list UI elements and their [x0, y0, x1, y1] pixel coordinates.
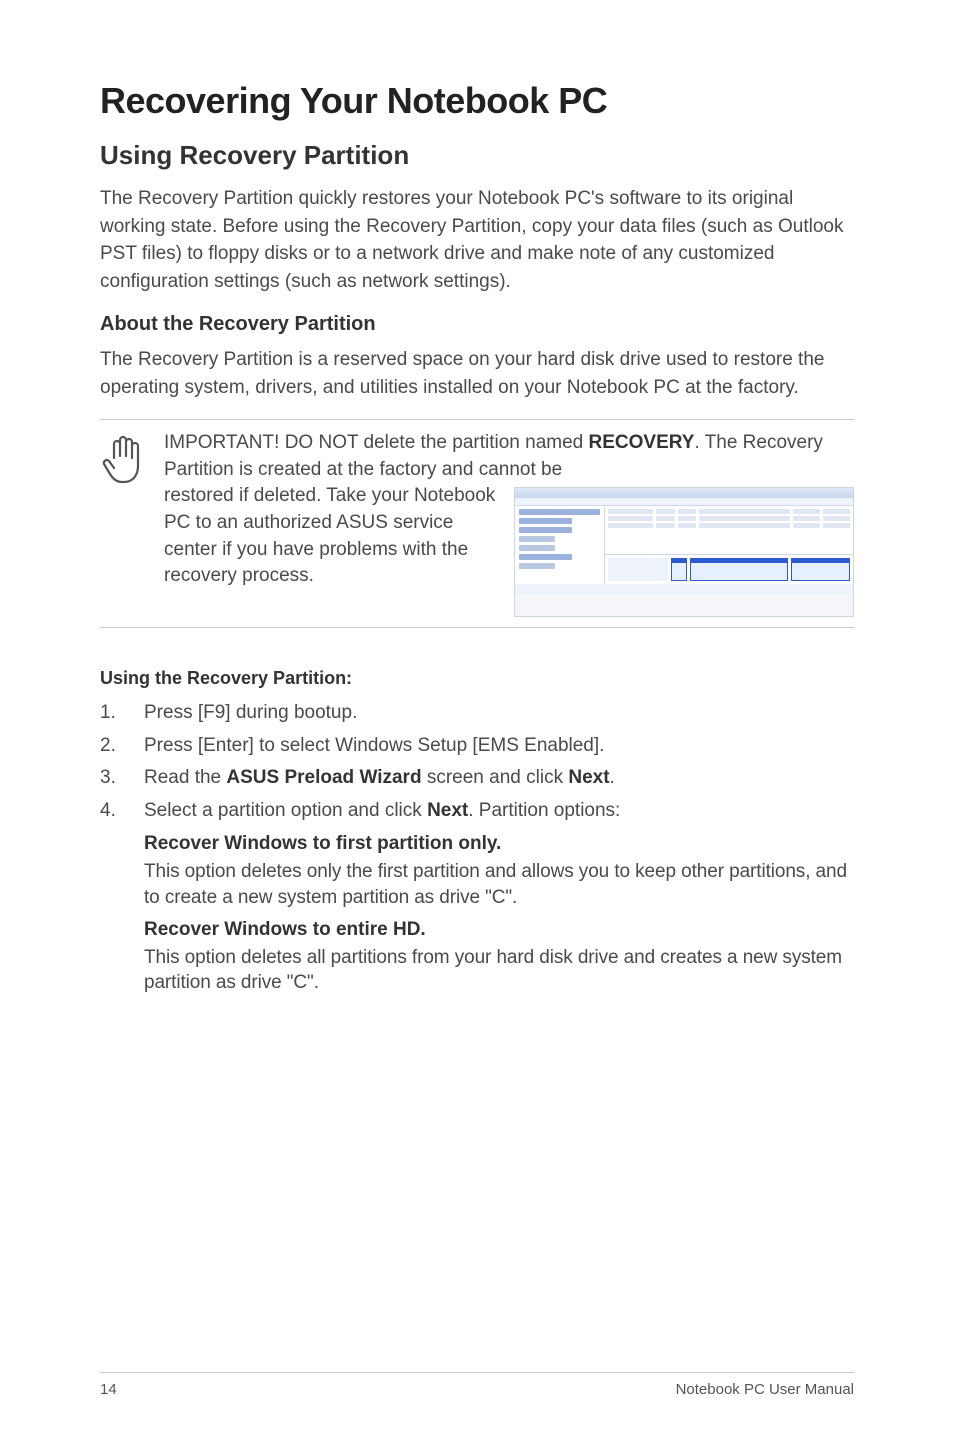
option-1: Recover Windows to first partition only.… — [100, 833, 854, 910]
section-heading-about: About the Recovery Partition — [100, 313, 854, 336]
step-3c: screen and click — [422, 767, 569, 788]
step-3-wizard: ASUS Preload Wizard — [226, 767, 421, 788]
section-para-about: The Recovery Partition is a reserved spa… — [100, 346, 854, 401]
note-recovery-word: RECOVERY — [589, 432, 695, 453]
step-3-next: Next — [568, 767, 609, 788]
step-4a: Select a partition option and click — [144, 800, 427, 821]
manual-name: Notebook PC User Manual — [676, 1381, 854, 1398]
option-2-title: Recover Windows to entire HD. — [144, 919, 854, 941]
section-heading-using: Using Recovery Partition — [100, 140, 854, 171]
section-para-using: The Recovery Partition quickly restores … — [100, 185, 854, 295]
hand-stop-icon — [100, 430, 148, 486]
step-4-next: Next — [427, 800, 468, 821]
step-3a: Read the — [144, 767, 226, 788]
step-1: Press [F9] during bootup. — [100, 699, 854, 728]
option-1-desc: This option deletes only the first parti… — [144, 859, 854, 910]
step-2: Press [Enter] to select Windows Setup [E… — [100, 732, 854, 761]
note-content: IMPORTANT! DO NOT delete the partition n… — [164, 430, 854, 617]
option-1-title: Recover Windows to first partition only. — [144, 833, 854, 855]
disk-management-screenshot — [514, 487, 854, 617]
step-3e: . — [610, 767, 615, 788]
main-title: Recovering Your Notebook PC — [100, 80, 854, 122]
option-2-desc: This option deletes all partitions from … — [144, 945, 854, 996]
page-number: 14 — [100, 1381, 117, 1398]
step-3: Read the ASUS Preload Wizard screen and … — [100, 764, 854, 793]
note-text-2: restored if deleted. Take your Notebook … — [164, 483, 498, 589]
steps-list: Press [F9] during bootup. Press [Enter] … — [100, 699, 854, 825]
page-footer: 14 Notebook PC User Manual — [100, 1372, 854, 1398]
important-note: IMPORTANT! DO NOT delete the partition n… — [100, 419, 854, 628]
step-4: Select a partition option and click Next… — [100, 797, 854, 826]
note-text-1a: IMPORTANT! DO NOT delete the partition n… — [164, 432, 589, 453]
steps-heading: Using the Recovery Partition: — [100, 668, 854, 689]
option-2: Recover Windows to entire HD. This optio… — [100, 919, 854, 996]
step-4c: . Partition options: — [468, 800, 620, 821]
